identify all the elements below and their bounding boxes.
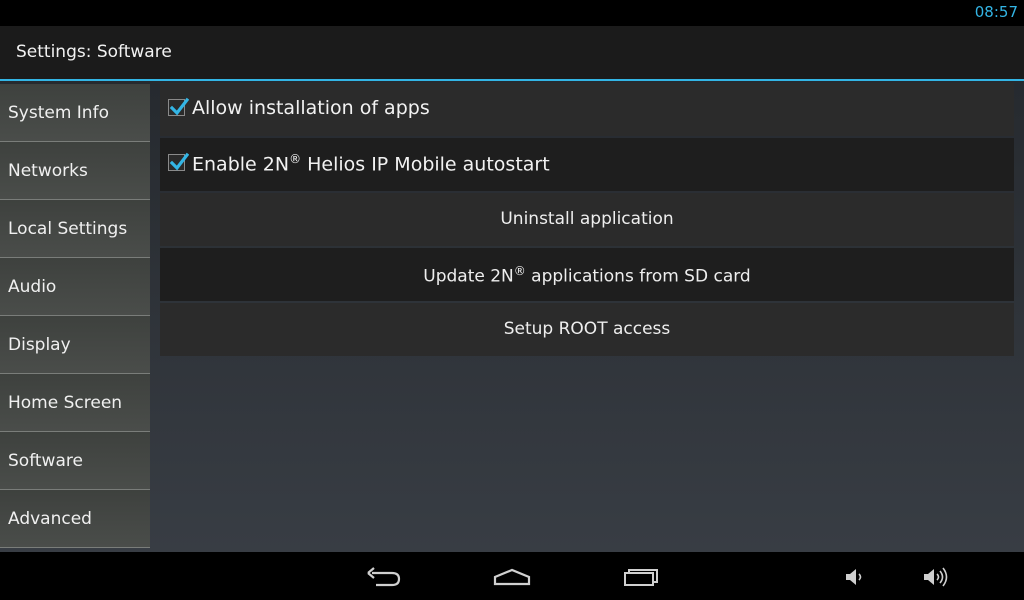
setup-root-access-button[interactable]: Setup ROOT access — [160, 303, 1014, 356]
sidebar-item-label: Audio — [8, 277, 57, 297]
sidebar-item-label: Display — [8, 335, 71, 355]
sidebar-item-audio[interactable]: Audio — [0, 258, 150, 316]
autostart-checkbox[interactable] — [168, 152, 189, 171]
autostart-label: Enable 2N® Helios IP Mobile autostart — [192, 152, 550, 176]
uninstall-label: Uninstall application — [500, 209, 674, 229]
sidebar-item-networks[interactable]: Networks — [0, 142, 150, 200]
sidebar-item-software[interactable]: Software — [0, 432, 150, 490]
navigation-bar — [0, 552, 1024, 600]
sidebar-item-system-info[interactable]: System Info — [0, 84, 150, 142]
root-access-label: Setup ROOT access — [503, 319, 671, 339]
volume-up-icon[interactable] — [918, 564, 962, 590]
checkmark-icon — [169, 97, 189, 116]
sidebar-item-label: Home Screen — [8, 393, 123, 413]
sidebar-item-label: Networks — [8, 161, 88, 181]
settings-panel: Allow installation of apps Enable 2N® He… — [160, 83, 1014, 358]
clock: 08:57 — [974, 3, 1018, 21]
sidebar-item-label: Advanced — [8, 509, 92, 529]
back-icon[interactable] — [362, 564, 406, 590]
sidebar: System Info Networks Local Settings Audi… — [0, 84, 150, 548]
recent-apps-icon[interactable] — [620, 564, 664, 590]
allow-install-setting[interactable]: Allow installation of apps — [160, 83, 1014, 136]
uninstall-application-button[interactable]: Uninstall application — [160, 193, 1014, 246]
sidebar-item-home-screen[interactable]: Home Screen — [0, 374, 150, 432]
allow-install-label: Allow installation of apps — [192, 97, 430, 119]
sidebar-item-advanced[interactable]: Advanced — [0, 490, 150, 548]
content-area: System Info Networks Local Settings Audi… — [0, 81, 1024, 552]
sidebar-item-label: System Info — [8, 103, 109, 123]
update-label: Update 2N® applications from SD card — [423, 264, 751, 287]
action-bar: Settings: Software — [0, 26, 1024, 81]
sidebar-item-local-settings[interactable]: Local Settings — [0, 200, 150, 258]
page-title: Settings: Software — [16, 42, 172, 62]
checkmark-icon — [169, 152, 189, 171]
allow-install-checkbox[interactable] — [168, 97, 189, 116]
sidebar-item-label: Software — [8, 451, 83, 471]
sidebar-item-label: Local Settings — [8, 219, 128, 239]
home-icon[interactable] — [490, 564, 534, 590]
update-from-sd-button[interactable]: Update 2N® applications from SD card — [160, 248, 1014, 301]
status-bar: 08:57 — [0, 0, 1024, 26]
autostart-setting[interactable]: Enable 2N® Helios IP Mobile autostart — [160, 138, 1014, 191]
sidebar-item-display[interactable]: Display — [0, 316, 150, 374]
volume-down-icon[interactable] — [838, 564, 882, 590]
